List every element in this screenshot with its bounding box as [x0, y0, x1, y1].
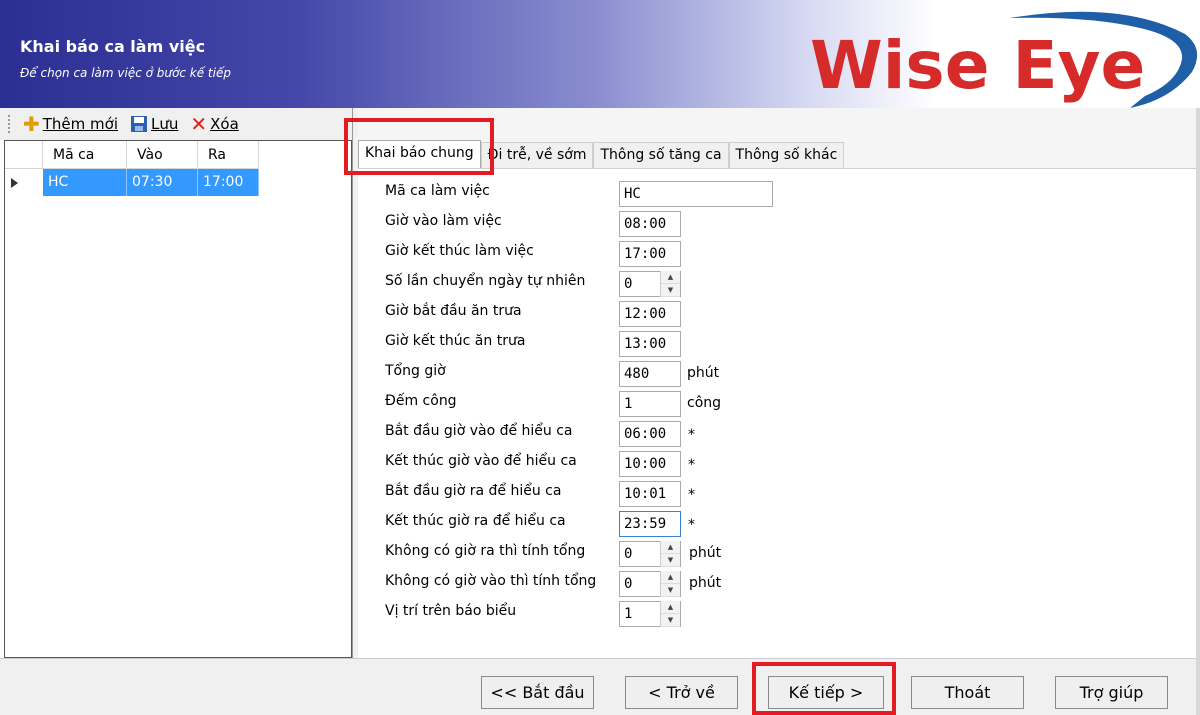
tab-thong-so-tang-ca[interactable]: Thông số tăng ca	[593, 142, 729, 168]
red-x-icon: ✕	[190, 112, 208, 136]
grid-header-indicator	[5, 141, 43, 169]
add-button[interactable]: ✚ Thêm mới	[23, 112, 118, 136]
tab-thong-so-khac[interactable]: Thông số khác	[728, 142, 845, 168]
label-gio-vao: Giờ vào làm việc	[385, 213, 502, 229]
row-indicator	[5, 169, 43, 196]
help-button[interactable]: Trợ giúp	[1055, 676, 1168, 709]
shift-list-grid[interactable]: Mã ca Vào Ra HC 07:30 17:00	[4, 140, 352, 658]
input-ket-thuc-an-trua[interactable]: 13:00	[619, 331, 681, 357]
label-bat-dau-gio-vao-hieu-ca: Bắt đầu giờ vào để hiểu ca	[385, 423, 573, 439]
window-frame-right	[1196, 108, 1200, 715]
label-bat-dau-an-trua: Giờ bắt đầu ăn trưa	[385, 303, 522, 319]
label-dem-cong: Đếm công	[385, 393, 457, 409]
cell-ma-ca[interactable]: HC	[43, 169, 127, 196]
unit-dem-cong: công	[687, 395, 722, 411]
unit-khong-co-gio-ra: phút	[689, 545, 722, 561]
required-marker: *	[688, 457, 695, 473]
grid-header-ra[interactable]: Ra	[198, 141, 259, 169]
page-subtitle: Để chọn ca làm việc ở bước kế tiếp	[20, 66, 231, 80]
toolbar: ✚ Thêm mới Lưu ✕ Xóa	[0, 108, 352, 140]
page-title: Khai báo ca làm việc	[20, 37, 206, 56]
spin-down-icon[interactable]: ▼	[661, 584, 680, 597]
spin-up-icon[interactable]: ▲	[661, 541, 680, 554]
save-button[interactable]: Lưu	[130, 115, 178, 133]
label-gio-ket-thuc: Giờ kết thúc làm việc	[385, 243, 534, 259]
input-ket-thuc-gio-ra-hieu-ca[interactable]: 23:59	[619, 511, 681, 537]
input-ket-thuc-gio-vao-hieu-ca[interactable]: 10:00	[619, 451, 681, 477]
back-button[interactable]: < Trở về	[625, 676, 738, 709]
cell-ra[interactable]: 17:00	[198, 169, 259, 196]
label-khong-co-gio-vao: Không có giờ vào thì tính tổng	[385, 573, 597, 589]
next-button[interactable]: Kế tiếp >	[768, 676, 884, 709]
spinner-so-lan-chuyen-ngay[interactable]: ▲ ▼	[660, 271, 680, 297]
exit-button[interactable]: Thoát	[911, 676, 1024, 709]
table-row[interactable]: HC 07:30 17:00	[5, 169, 259, 196]
spin-down-icon[interactable]: ▼	[661, 614, 680, 627]
unit-tong-gio: phút	[687, 365, 720, 381]
wizard-button-bar: << Bắt đầu < Trở về Kế tiếp > Thoát Trợ …	[0, 658, 1200, 715]
label-bat-dau-gio-ra-hieu-ca: Bắt đầu giờ ra để hiểu ca	[385, 483, 562, 499]
logo-text: Wise Eye	[810, 27, 1145, 104]
start-button[interactable]: << Bắt đầu	[481, 676, 594, 709]
label-vi-tri-bao-bieu: Vị trí trên báo biểu	[385, 603, 517, 619]
tab-content: Mã ca làm việc HC Giờ vào làm việc 08:00…	[358, 168, 1200, 658]
required-marker: *	[688, 517, 695, 533]
input-gio-vao[interactable]: 08:00	[619, 211, 681, 237]
floppy-disk-icon	[131, 116, 147, 132]
delete-button[interactable]: ✕ Xóa	[190, 112, 239, 136]
required-marker: *	[688, 487, 695, 503]
delete-label: Xóa	[210, 115, 239, 133]
label-tong-gio: Tổng giờ	[385, 363, 446, 379]
toolbar-grip	[8, 115, 11, 133]
row-pointer-icon	[11, 177, 18, 188]
input-dem-cong[interactable]: 1	[619, 391, 681, 417]
spinner-khong-co-gio-vao[interactable]: ▲ ▼	[660, 571, 680, 597]
input-bat-dau-gio-ra-hieu-ca[interactable]: 10:01	[619, 481, 681, 507]
input-bat-dau-an-trua[interactable]: 12:00	[619, 301, 681, 327]
spin-down-icon[interactable]: ▼	[661, 284, 680, 297]
label-ket-thuc-gio-ra-hieu-ca: Kết thúc giờ ra để hiểu ca	[385, 513, 566, 529]
input-tong-gio[interactable]: 480	[619, 361, 681, 387]
label-ket-thuc-gio-vao-hieu-ca: Kết thúc giờ vào để hiểu ca	[385, 453, 577, 469]
wizard-header: Khai báo ca làm việc Để chọn ca làm việc…	[0, 0, 1200, 108]
label-khong-co-gio-ra: Không có giờ ra thì tính tổng	[385, 543, 586, 559]
unit-khong-co-gio-vao: phút	[689, 575, 722, 591]
input-bat-dau-gio-vao-hieu-ca[interactable]: 06:00	[619, 421, 681, 447]
tab-strip: Khai báo chung Đi trễ, về sớm Thông số t…	[358, 140, 845, 168]
spin-up-icon[interactable]: ▲	[661, 271, 680, 284]
tab-di-tre-ve-som[interactable]: Đi trễ, về sớm	[480, 142, 594, 168]
spin-up-icon[interactable]: ▲	[661, 571, 680, 584]
label-ket-thuc-an-trua: Giờ kết thúc ăn trưa	[385, 333, 526, 349]
input-gio-ket-thuc[interactable]: 17:00	[619, 241, 681, 267]
wise-eye-logo: Wise Eye	[810, 11, 1198, 108]
label-ma-ca: Mã ca làm việc	[385, 183, 490, 199]
label-so-lan-chuyen-ngay: Số lần chuyển ngày tự nhiên	[385, 273, 586, 289]
spinner-vi-tri-bao-bieu[interactable]: ▲ ▼	[660, 601, 680, 627]
required-marker: *	[688, 427, 695, 443]
grid-header-ma-ca[interactable]: Mã ca	[43, 141, 127, 169]
grid-header: Mã ca Vào Ra	[5, 141, 259, 169]
spin-down-icon[interactable]: ▼	[661, 554, 680, 567]
shift-detail-panel: Khai báo chung Đi trễ, về sớm Thông số t…	[358, 108, 1200, 658]
cell-vao[interactable]: 07:30	[127, 169, 198, 196]
tab-khai-bao-chung[interactable]: Khai báo chung	[358, 140, 481, 168]
input-ma-ca[interactable]: HC	[619, 181, 773, 207]
spin-up-icon[interactable]: ▲	[661, 601, 680, 614]
grid-header-vao[interactable]: Vào	[127, 141, 198, 169]
plus-icon: ✚	[23, 112, 40, 136]
add-label: Thêm mới	[42, 115, 118, 133]
spinner-khong-co-gio-ra[interactable]: ▲ ▼	[660, 541, 680, 567]
save-label: Lưu	[151, 115, 179, 133]
